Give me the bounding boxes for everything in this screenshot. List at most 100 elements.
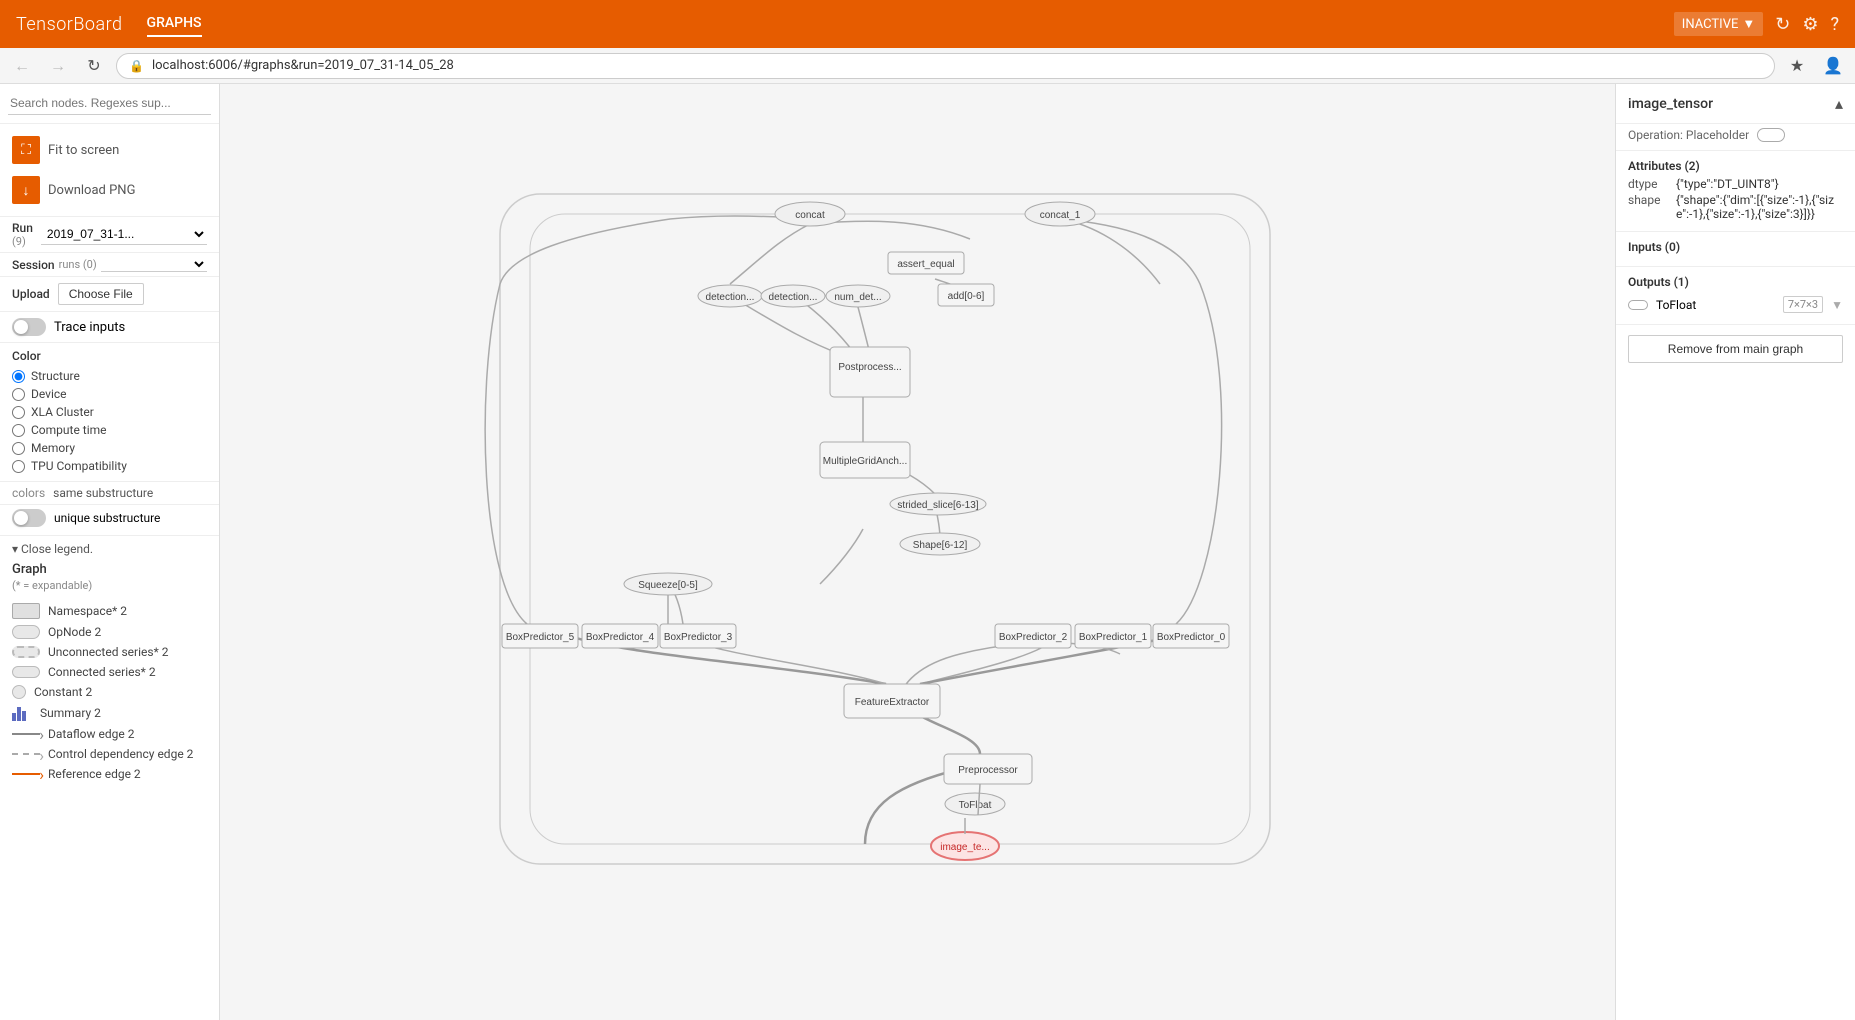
color-xla-radio[interactable] xyxy=(12,406,25,419)
add-label: add[0-6] xyxy=(948,291,985,302)
opnode-icon xyxy=(12,625,40,639)
right-panel-close-button[interactable]: ▴ xyxy=(1835,94,1843,113)
forward-button[interactable]: → xyxy=(44,52,72,80)
legend-unconnected: Unconnected series* 2 xyxy=(12,642,207,662)
connected-icon xyxy=(12,666,40,678)
featureextractor-label: FeatureExtractor xyxy=(855,697,930,708)
download-png-button[interactable]: ↓ Download PNG xyxy=(12,172,207,208)
color-structure-radio[interactable] xyxy=(12,370,25,383)
legend-close-button[interactable]: ▾ Close legend. xyxy=(12,542,207,556)
output-expand-icon[interactable]: ▼ xyxy=(1831,298,1843,312)
run-row: Run (9) 2019_07_31-1... xyxy=(0,217,219,253)
operation-shape-icon xyxy=(1757,128,1785,142)
edge-bp0-concat1 xyxy=(1060,219,1222,624)
legend-constant: Constant 2 xyxy=(12,682,207,702)
legend-title: Graph xyxy=(12,562,207,577)
session-select[interactable] xyxy=(101,257,207,272)
unique-row: unique substructure xyxy=(0,505,219,536)
bp2-label: BoxPredictor_2 xyxy=(999,632,1068,643)
inputs-title: Inputs (0) xyxy=(1628,240,1843,254)
nav-graphs[interactable]: GRAPHS xyxy=(147,11,202,37)
output-shape-badge: 7×7×3 xyxy=(1783,296,1823,313)
help-icon[interactable]: ? xyxy=(1830,14,1839,35)
bookmark-button[interactable]: ★ xyxy=(1783,52,1811,80)
legend-dataflow: Dataflow edge 2 xyxy=(12,724,207,744)
trace-label: Trace inputs xyxy=(54,320,125,335)
attributes-section: Attributes (2) dtype {"type":"DT_UINT8"}… xyxy=(1616,151,1855,232)
numdet-label: num_det... xyxy=(834,292,881,303)
color-memory: Memory xyxy=(12,439,207,457)
toolbar-section: ⛶ Fit to screen ↓ Download PNG xyxy=(0,124,219,217)
shape-row: shape {"shape":{"dim":[{"size":-1},{"siz… xyxy=(1628,193,1843,221)
unique-toggle[interactable] xyxy=(12,509,46,527)
constant-icon xyxy=(12,685,26,699)
reference-edge-icon xyxy=(12,773,40,775)
legend-opnode: OpNode 2 xyxy=(12,622,207,642)
url-bar: 🔒 localhost:6006/#graphs&run=2019_07_31-… xyxy=(116,53,1775,79)
color-compute-radio[interactable] xyxy=(12,424,25,437)
inactive-selector[interactable]: INACTIVE ▼ xyxy=(1674,12,1763,36)
output-row: ToFloat 7×7×3 ▼ xyxy=(1628,293,1843,316)
refresh-icon[interactable]: ↻ xyxy=(1775,14,1790,35)
search-input[interactable] xyxy=(8,92,211,115)
multiplegrid-label: MultipleGridAnch... xyxy=(823,456,907,467)
preprocessor-label: Preprocessor xyxy=(958,765,1018,776)
bp5-label: BoxPredictor_5 xyxy=(506,632,575,643)
legend-reference: Reference edge 2 xyxy=(12,764,207,784)
dataflow-arrow-icon xyxy=(12,733,40,735)
account-button[interactable]: 👤 xyxy=(1819,52,1847,80)
lock-icon: 🔒 xyxy=(129,59,144,73)
color-device: Device xyxy=(12,385,207,403)
run-label: Run xyxy=(12,221,33,235)
color-xla: XLA Cluster xyxy=(12,403,207,421)
color-structure: Structure xyxy=(12,367,207,385)
legend-connected: Connected series* 2 xyxy=(12,662,207,682)
graph-area[interactable]: concat concat_1 assert_equal add[0-6] de… xyxy=(220,84,1615,1020)
outputs-section: Outputs (1) ToFloat 7×7×3 ▼ xyxy=(1616,267,1855,325)
inputs-section: Inputs (0) xyxy=(1616,232,1855,267)
attributes-title: Attributes (2) xyxy=(1628,159,1843,173)
right-panel-title: image_tensor xyxy=(1628,96,1713,112)
run-select[interactable]: 2019_07_31-1... xyxy=(41,224,207,245)
color-tpu-radio[interactable] xyxy=(12,460,25,473)
postprocess-label: Postprocess... xyxy=(838,362,901,373)
outputs-title: Outputs (1) xyxy=(1628,275,1843,289)
detection2-label: detection... xyxy=(769,292,818,303)
trace-toggle[interactable] xyxy=(12,318,46,336)
search-section xyxy=(0,84,219,124)
upload-row: Upload Choose File xyxy=(0,277,219,312)
edge-det1-concat xyxy=(730,224,810,284)
strided-slice-label: strided_slice[6-13] xyxy=(897,500,978,511)
output-shape-icon xyxy=(1628,300,1648,310)
legend-namespace: Namespace* 2 xyxy=(12,600,207,622)
settings-icon[interactable]: ⚙ xyxy=(1802,14,1818,35)
squeeze-label: Squeeze[0-5] xyxy=(638,580,698,591)
color-memory-radio[interactable] xyxy=(12,442,25,455)
edge-concat-assert xyxy=(810,221,970,239)
right-panel: image_tensor ▴ Operation: Placeholder At… xyxy=(1615,84,1855,1020)
fit-to-screen-button[interactable]: ⛶ Fit to screen xyxy=(12,132,207,168)
graph-svg: concat concat_1 assert_equal add[0-6] de… xyxy=(220,84,1615,1020)
shape-key: shape xyxy=(1628,193,1668,221)
session-runs: runs (0) xyxy=(59,258,97,271)
bp3-label: BoxPredictor_3 xyxy=(664,632,733,643)
color-device-radio[interactable] xyxy=(12,388,25,401)
color-section: Color Structure Device XLA Cluster Compu… xyxy=(0,343,219,482)
session-label: Session xyxy=(12,258,55,272)
back-button[interactable]: ← xyxy=(8,52,36,80)
detection1-label: detection... xyxy=(706,292,755,303)
edge-squeeze-mg xyxy=(820,529,863,584)
legend-subtitle: (* = expandable) xyxy=(12,579,207,592)
dtype-key: dtype xyxy=(1628,177,1668,191)
choose-file-button[interactable]: Choose File xyxy=(58,283,144,305)
remove-from-main-graph-button[interactable]: Remove from main graph xyxy=(1628,335,1843,363)
bp4-label: BoxPredictor_4 xyxy=(586,632,655,643)
tofloat-label: ToFloat xyxy=(959,800,992,811)
color-compute: Compute time xyxy=(12,421,207,439)
reload-button[interactable]: ↻ xyxy=(80,52,108,80)
edge-bp5-concat xyxy=(485,216,810,624)
colors-row: colors same substructure xyxy=(0,482,219,505)
output-name: ToFloat xyxy=(1656,298,1696,312)
dtype-row: dtype {"type":"DT_UINT8"} xyxy=(1628,177,1843,191)
right-panel-header: image_tensor ▴ xyxy=(1616,84,1855,124)
